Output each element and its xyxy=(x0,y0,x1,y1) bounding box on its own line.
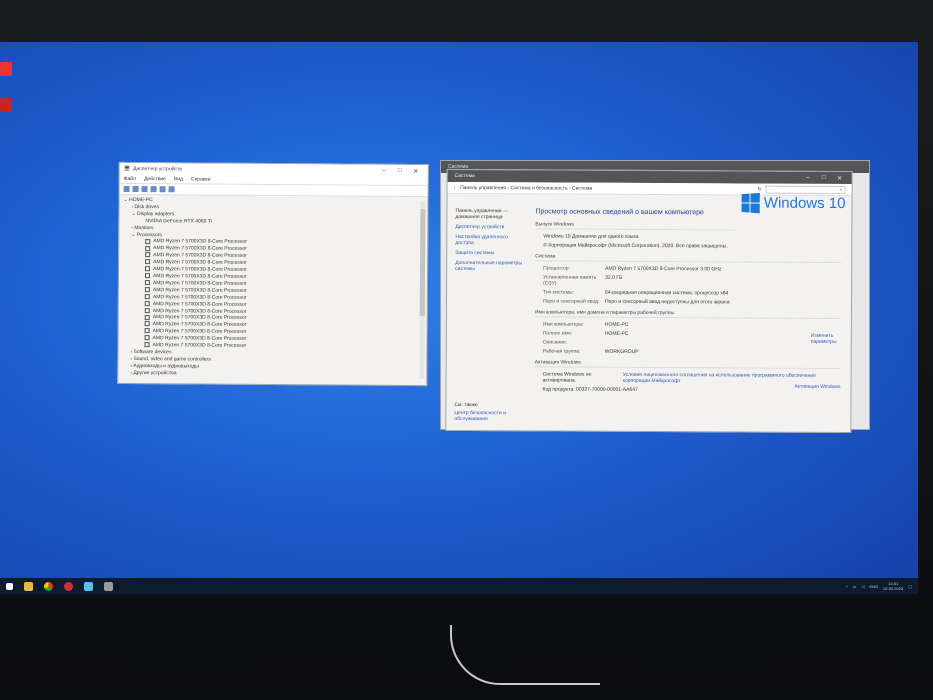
processor-icon xyxy=(145,245,151,251)
search-input[interactable]: ⌕ xyxy=(765,185,846,194)
system-tray: ^ ▭ ◁ ENG 13:31 02.02.2025 ▢ xyxy=(846,581,912,591)
info-row: Установленная память (ОЗУ): 32,0 ГБ xyxy=(543,274,623,287)
processor-icon xyxy=(144,314,150,320)
control-panel-home-link[interactable]: Панель управления — домашняя страница xyxy=(455,208,525,220)
section-computer-name: Имя компьютера, имя домена и параметры р… xyxy=(534,309,841,320)
desktop-icon[interactable] xyxy=(0,98,12,112)
processor-icon xyxy=(144,328,150,334)
clock[interactable]: 13:31 02.02.2025 xyxy=(883,581,903,591)
processor-icon xyxy=(144,335,150,341)
app-icon[interactable] xyxy=(64,581,73,591)
notifications-icon[interactable]: ▢ xyxy=(908,584,912,589)
processor-icon xyxy=(144,280,150,286)
processor-icon xyxy=(144,321,150,327)
info-row: Перо и сенсорный ввод: Перо и сенсорный в… xyxy=(542,298,730,306)
info-row: Описание: xyxy=(542,339,568,346)
section-activation: Активация Windows xyxy=(534,359,841,370)
network-icon[interactable]: ▭ xyxy=(853,584,857,589)
up-icon[interactable]: ↑ xyxy=(454,184,457,190)
window-title: Диспетчер устройств xyxy=(133,166,182,173)
start-icon[interactable] xyxy=(6,582,13,590)
desktop: 🖥 Диспетчер устройств – □ ✕ Файл Действие Ви… xyxy=(0,42,918,594)
info-row: Имя компьютера: HOME-PC xyxy=(542,321,629,328)
info-row: Процессор: AMD Ryzen 7 5700X3D 8-Core Pro… xyxy=(543,265,722,273)
processor-icon xyxy=(145,259,151,265)
device-manager-window: 🖥 Диспетчер устройств – □ ✕ Файл Действие Ви… xyxy=(117,161,429,387)
processor-icon xyxy=(144,300,150,306)
update-icon[interactable] xyxy=(159,186,166,193)
info-row: Рабочая группа: WORKGROUP xyxy=(542,348,639,355)
processor-icon xyxy=(144,307,150,313)
activate-windows-link[interactable]: Активация Windows xyxy=(794,384,840,390)
processor-icon xyxy=(144,342,150,348)
see-also-label: См. также xyxy=(454,401,478,409)
processor-icon xyxy=(144,273,151,279)
forward-icon[interactable] xyxy=(132,186,139,193)
chevron-up-icon[interactable]: ^ xyxy=(846,584,848,589)
minimize-button[interactable]: – xyxy=(376,168,392,174)
menu-view[interactable]: Вид xyxy=(174,176,183,182)
device-manager-link[interactable]: Диспетчер устройств xyxy=(455,224,525,230)
section-system: Система xyxy=(535,253,842,264)
close-button[interactable]: ✕ xyxy=(408,167,424,174)
file-explorer-icon[interactable] xyxy=(24,581,33,591)
desktop-icon[interactable] xyxy=(0,62,12,76)
close-button[interactable]: ✕ xyxy=(832,174,848,181)
section-edition: Выпуск Windows xyxy=(535,221,736,231)
maximize-button[interactable]: □ xyxy=(392,168,408,174)
edition-value: Windows 10 Домашняя для одного языка xyxy=(543,233,639,240)
window-title: Система xyxy=(454,172,475,180)
device-manager-icon[interactable] xyxy=(104,581,113,591)
info-row: Полное имя: HOME-PC xyxy=(542,330,629,337)
menu-action[interactable]: Действие xyxy=(144,176,166,182)
system-protection-link[interactable]: Защита системы xyxy=(455,250,525,256)
chrome-icon[interactable] xyxy=(44,581,53,591)
copyright-text: © Корпорация Майкрософт (Microsoft Corpo… xyxy=(543,242,728,250)
processor-icon xyxy=(144,287,150,293)
device-tree: ⌄ HOME-PC › Disk drives ⌄ Display adapte… xyxy=(118,195,427,381)
app-icon: 🖥 xyxy=(123,165,131,172)
processor-icon xyxy=(145,252,151,258)
cable xyxy=(450,625,600,685)
back-icon[interactable] xyxy=(123,185,130,192)
tree-item-category[interactable]: › Другие устройства xyxy=(122,370,422,379)
monitor-icon[interactable] xyxy=(168,186,175,193)
menu-file[interactable]: Файл xyxy=(124,176,136,182)
control-panel-icon[interactable] xyxy=(84,581,93,591)
system-window: Система – □ ✕ ↑ Панель управления › Система … xyxy=(445,168,853,434)
remote-settings-link[interactable]: Настройка удаленного доступа xyxy=(455,234,525,246)
minimize-button[interactable]: – xyxy=(800,175,816,181)
breadcrumb[interactable]: Панель управления › Система и безопаснос… xyxy=(460,185,753,193)
activation-status: Система Windows не активирована. xyxy=(542,371,592,384)
processor-icon xyxy=(145,238,151,244)
taskbar: ^ ▭ ◁ ENG 13:31 02.02.2025 ▢ xyxy=(0,578,918,594)
desktop-icons xyxy=(0,62,14,134)
change-settings-link[interactable]: Изменить параметры xyxy=(811,333,841,345)
windows-logo: Windows 10 xyxy=(741,192,846,214)
menu-help[interactable]: Справка xyxy=(191,176,211,182)
language-indicator[interactable]: ENG xyxy=(870,584,879,589)
info-row: Тип системы: 64-разрядная операционная си… xyxy=(543,289,729,297)
maximize-button[interactable]: □ xyxy=(816,175,832,181)
properties-icon[interactable] xyxy=(141,186,148,193)
security-center-link[interactable]: Центр безопасности и обслуживания xyxy=(454,410,524,422)
processor-icon xyxy=(145,266,151,272)
refresh-icon[interactable]: ↻ xyxy=(757,186,761,192)
volume-icon[interactable]: ◁ xyxy=(861,584,864,589)
advanced-settings-link[interactable]: Дополнительные параметры системы xyxy=(455,260,525,272)
help-icon[interactable] xyxy=(150,186,157,193)
processor-icon xyxy=(144,293,150,300)
